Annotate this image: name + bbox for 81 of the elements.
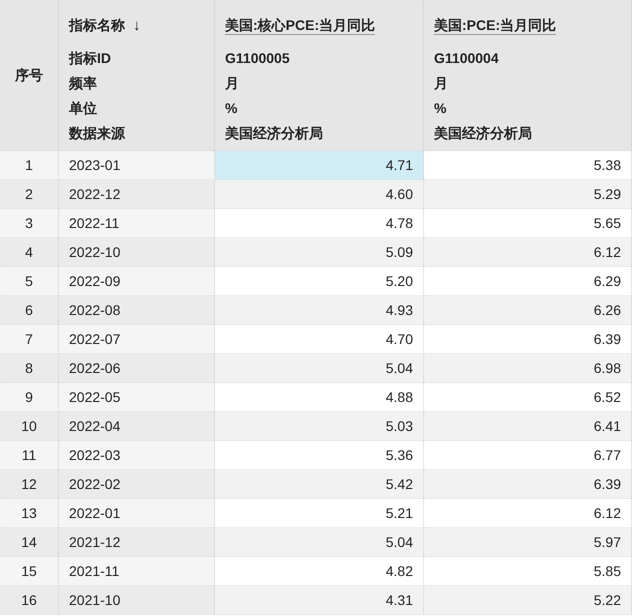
sort-arrow[interactable]: ↓: [133, 17, 140, 34]
field-value: %: [225, 99, 238, 118]
value-cell[interactable]: 5.20: [215, 267, 424, 296]
row-number: 6: [0, 296, 59, 325]
value-cell[interactable]: 5.21: [215, 499, 424, 528]
value-cell[interactable]: 5.22: [424, 586, 632, 615]
value-cell[interactable]: 6.52: [424, 383, 632, 412]
field-value: G1100004: [434, 49, 499, 68]
row-number: 7: [0, 325, 59, 354]
field-value: %: [434, 99, 446, 118]
date-cell: 2022-09: [59, 267, 215, 296]
field-value: G1100005: [225, 49, 290, 68]
date-cell: 2021-10: [59, 586, 215, 615]
field-label: 单位: [69, 99, 97, 118]
value-cell[interactable]: 4.31: [215, 586, 424, 615]
date-cell: 2022-05: [59, 383, 215, 412]
value-cell[interactable]: 6.39: [424, 470, 632, 499]
date-cell: 2022-11: [59, 209, 215, 238]
field-label: 指标名称: [69, 16, 125, 35]
value-cell[interactable]: 5.03: [215, 412, 424, 441]
date-cell: 2022-02: [59, 470, 215, 499]
value-cell[interactable]: 6.39: [424, 325, 632, 354]
value-cell[interactable]: 5.97: [424, 528, 632, 557]
row-number: 2: [0, 180, 59, 209]
value-cell[interactable]: 4.71: [215, 151, 424, 180]
date-cell: 2022-08: [59, 296, 215, 325]
field-label: 频率: [69, 74, 97, 93]
value-cell[interactable]: 6.12: [424, 499, 632, 528]
value-cell[interactable]: 5.04: [215, 354, 424, 383]
row-number: 5: [0, 267, 59, 296]
row-number: 8: [0, 354, 59, 383]
value-cell[interactable]: 6.26: [424, 296, 632, 325]
value-cell[interactable]: 5.38: [424, 151, 632, 180]
value-cell[interactable]: 6.98: [424, 354, 632, 383]
field-value: 美国经济分析局: [225, 124, 323, 143]
field-label: 数据来源: [69, 124, 125, 143]
field-value: 月: [434, 74, 448, 93]
value-cell[interactable]: 5.36: [215, 441, 424, 470]
date-cell: 2021-12: [59, 528, 215, 557]
value-cell[interactable]: 5.65: [424, 209, 632, 238]
value-cell[interactable]: 5.29: [424, 180, 632, 209]
date-cell: 2022-12: [59, 180, 215, 209]
date-cell: 2022-04: [59, 412, 215, 441]
date-cell: 2022-07: [59, 325, 215, 354]
value-cell[interactable]: 6.12: [424, 238, 632, 267]
date-cell: 2021-11: [59, 557, 215, 586]
field-label: 指标ID: [69, 49, 111, 68]
date-cell: 2022-03: [59, 441, 215, 470]
value-cell[interactable]: 5.04: [215, 528, 424, 557]
value-cell[interactable]: 6.41: [424, 412, 632, 441]
row-number: 14: [0, 528, 59, 557]
value-cell[interactable]: 4.60: [215, 180, 424, 209]
row-number: 10: [0, 412, 59, 441]
value-cell[interactable]: 6.29: [424, 267, 632, 296]
row-number: 15: [0, 557, 59, 586]
date-cell: 2023-01: [59, 151, 215, 180]
value-cell[interactable]: 4.78: [215, 209, 424, 238]
row-number: 3: [0, 209, 59, 238]
value-cell[interactable]: 4.93: [215, 296, 424, 325]
value-cell[interactable]: 4.88: [215, 383, 424, 412]
date-cell: 2022-10: [59, 238, 215, 267]
value-cell[interactable]: 4.70: [215, 325, 424, 354]
row-number: 4: [0, 238, 59, 267]
field-value: 美国经济分析局: [434, 124, 532, 143]
row-number: 9: [0, 383, 59, 412]
value-cell[interactable]: 5.09: [215, 238, 424, 267]
row-number: 12: [0, 470, 59, 499]
row-number: 13: [0, 499, 59, 528]
value-cell[interactable]: 6.77: [424, 441, 632, 470]
row-number: 1: [0, 151, 59, 180]
row-number: 11: [0, 441, 59, 470]
value-cell[interactable]: 5.85: [424, 557, 632, 586]
series-link[interactable]: 美国:核心PCE:当月同比: [225, 16, 376, 35]
column-header: 序号: [15, 66, 43, 84]
field-value: 月: [225, 74, 239, 93]
date-cell: 2022-01: [59, 499, 215, 528]
date-cell: 2022-06: [59, 354, 215, 383]
series-link[interactable]: 美国:PCE:当月同比: [434, 16, 556, 35]
row-number: 16: [0, 586, 59, 615]
value-cell[interactable]: 4.82: [215, 557, 424, 586]
value-cell[interactable]: 5.42: [215, 470, 424, 499]
